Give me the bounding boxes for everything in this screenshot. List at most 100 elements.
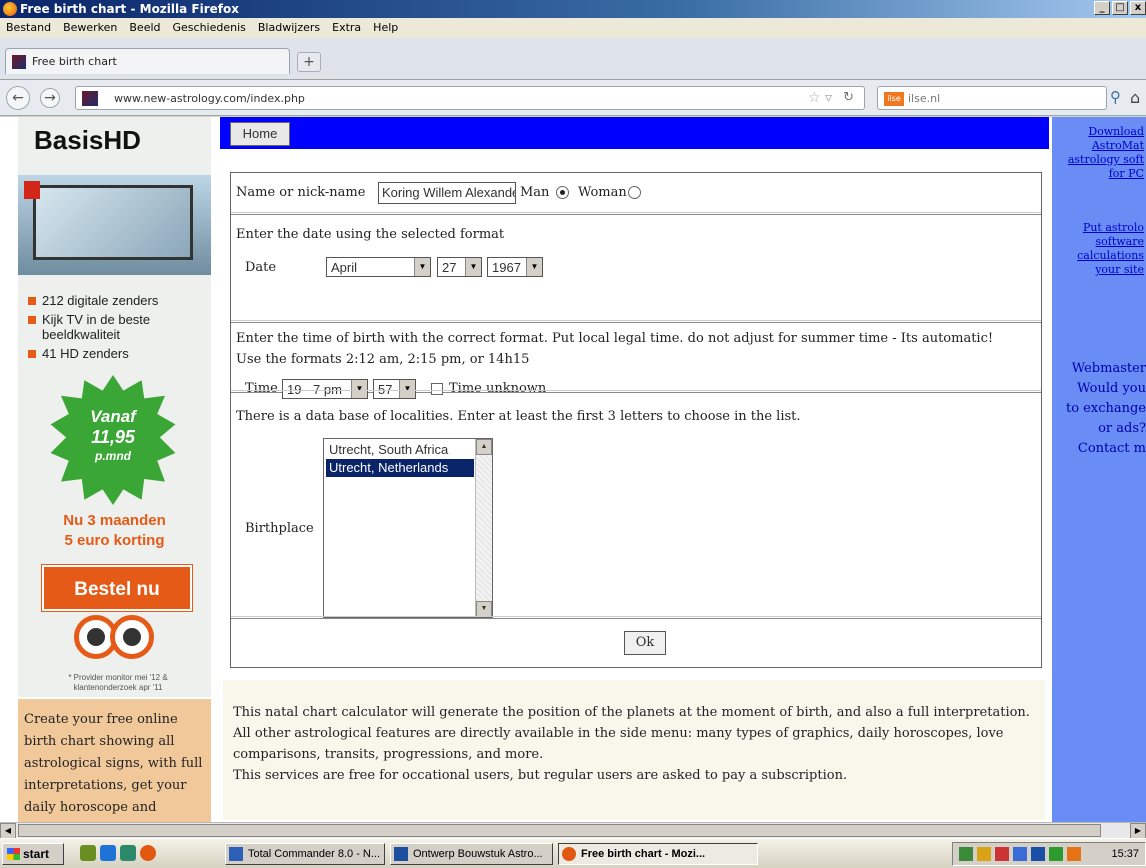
language-icon[interactable] <box>1031 847 1045 861</box>
woman-label: Woman <box>578 185 627 200</box>
bullet-icon <box>28 350 36 358</box>
menu-extra[interactable]: Extra <box>326 18 367 38</box>
submit-section: Ok <box>231 619 1041 669</box>
menu-bar: Bestand Bewerken Beeld Geschiedenis Blad… <box>0 18 1146 38</box>
date-section: Enter the date using the selected format… <box>231 217 1041 323</box>
birthplace-section: There is a data base of localities. Ente… <box>231 395 1041 619</box>
day-value: 27 <box>442 260 457 275</box>
close-button[interactable]: x <box>1130 1 1146 15</box>
bookmark-star-icon[interactable]: ☆ ▿ <box>808 90 832 106</box>
menu-geschiedenis[interactable]: Geschiedenis <box>167 18 252 38</box>
menu-bewerken[interactable]: Bewerken <box>57 18 123 38</box>
connection-icon[interactable] <box>1013 847 1027 861</box>
ad-promo: Nu 3 maanden 5 euro korting <box>63 512 166 549</box>
list-item-selected[interactable]: Utrecht, Netherlands <box>326 459 474 477</box>
menu-bladwijzers[interactable]: Bladwijzers <box>252 18 326 38</box>
ad-feature: 41 HD zenders <box>28 346 211 361</box>
name-input[interactable]: Koring Willem Alexander <box>378 182 516 204</box>
ad-feature: 212 digitale zenders <box>28 293 211 308</box>
tab-bar: Free birth chart + <box>0 38 1146 80</box>
time-unknown-checkbox[interactable] <box>431 383 443 395</box>
reload-icon[interactable]: ↻ <box>843 90 854 105</box>
chevron-down-icon[interactable]: ▼ <box>414 258 430 276</box>
list-item[interactable]: Utrecht, South Africa <box>326 441 474 459</box>
ad-award-seals <box>74 615 154 665</box>
man-radio[interactable] <box>556 186 569 199</box>
search-icon[interactable]: ⚲ <box>1110 88 1121 106</box>
time-instruction-line1: Enter the time of birth with the correct… <box>236 331 994 346</box>
search-engine-icon[interactable]: ilse <box>884 92 904 106</box>
window-controls: _ □ x <box>1094 1 1146 15</box>
media-player-icon[interactable] <box>120 845 136 861</box>
site-favicon-icon <box>12 55 26 69</box>
signal-icon[interactable] <box>1049 847 1063 861</box>
date-label: Date <box>245 260 277 275</box>
description-line: comparisons, transits, progressions, and… <box>233 747 544 762</box>
name-label: Name or nick-name <box>236 185 366 200</box>
search-bar[interactable]: ilse ilse.nl <box>877 86 1107 110</box>
chevron-down-icon[interactable]: ▼ <box>465 258 481 276</box>
minimize-button[interactable]: _ <box>1094 1 1110 15</box>
menu-beeld[interactable]: Beeld <box>123 18 166 38</box>
firefox-quicklaunch-icon[interactable] <box>140 845 156 861</box>
list-scrollbar[interactable]: ▲ ▼ <box>475 439 492 617</box>
description-line: This natal chart calculator will generat… <box>233 705 1030 720</box>
search-placeholder[interactable]: ilse.nl <box>908 92 940 105</box>
scroll-right-icon[interactable]: ▶ <box>1130 823 1146 839</box>
bullet-icon <box>28 316 36 324</box>
locality-instruction: There is a data base of localities. Ente… <box>236 409 801 424</box>
put-astrology-software-link[interactable]: Put astrolo software calculations your s… <box>1077 221 1144 277</box>
url-text[interactable]: www.new-astrology.com/index.php <box>114 92 305 105</box>
award-seal-icon <box>110 615 154 659</box>
task-total-commander[interactable]: Total Commander 8.0 - N... <box>225 843 385 865</box>
time-section: Enter the time of birth with the correct… <box>231 323 1041 399</box>
day-select[interactable]: 27 ▼ <box>437 257 482 277</box>
left-advertisement[interactable]: BasisHD 212 digitale zenders Kijk TV in … <box>18 117 211 697</box>
clock: 15:37 <box>1111 848 1139 860</box>
top-nav-bar: Home <box>220 117 1049 149</box>
forward-arrow-icon[interactable]: → <box>40 88 60 108</box>
woman-radio[interactable] <box>628 186 641 199</box>
ok-button[interactable]: Ok <box>624 631 666 655</box>
home-icon[interactable]: ⌂ <box>1130 88 1140 107</box>
ad-order-button[interactable]: Bestel nu <box>42 565 192 611</box>
home-button[interactable]: Home <box>230 122 290 146</box>
price-starburst: Vanaf 11,95 p.mnd <box>50 375 176 505</box>
download-astromat-link[interactable]: Download AstroMat astrology soft for PC <box>1068 125 1144 181</box>
total-commander-icon <box>229 847 243 861</box>
new-tab-button[interactable]: + <box>297 52 321 72</box>
url-bar[interactable]: www.new-astrology.com/index.php ☆ ▿ ↻ <box>75 86 865 110</box>
security-icon[interactable] <box>995 847 1009 861</box>
right-sidebar: Download AstroMat astrology soft for PC … <box>1052 117 1146 822</box>
birthplace-list[interactable]: Utrecht, South Africa Utrecht, Netherlan… <box>323 438 493 618</box>
chevron-down-icon[interactable]: ▼ <box>526 258 542 276</box>
tv-screen <box>33 185 193 260</box>
scroll-down-icon[interactable]: ▼ <box>476 601 492 617</box>
update-icon[interactable] <box>1067 847 1081 861</box>
maximize-button[interactable]: □ <box>1112 1 1128 15</box>
task-firefox[interactable]: Free birth chart - Mozi... <box>558 843 758 865</box>
network-icon[interactable] <box>959 847 973 861</box>
ie-icon[interactable] <box>100 845 116 861</box>
start-button[interactable]: start <box>2 843 64 865</box>
menu-bestand[interactable]: Bestand <box>0 18 57 38</box>
left-intro-text: Create your free online birth chart show… <box>18 699 211 822</box>
scroll-up-icon[interactable]: ▲ <box>476 439 492 455</box>
task-word-document[interactable]: Ontwerp Bouwstuk Astro... <box>390 843 553 865</box>
show-desktop-icon[interactable] <box>80 845 96 861</box>
menu-help[interactable]: Help <box>367 18 404 38</box>
system-tray: 15:37 <box>952 842 1146 866</box>
tab-free-birth-chart[interactable]: Free birth chart <box>5 48 290 74</box>
description-line: All other astrological features are dire… <box>233 726 1004 741</box>
month-select[interactable]: April ▼ <box>326 257 431 277</box>
site-identity-icon[interactable] <box>82 91 98 106</box>
scroll-left-icon[interactable]: ◀ <box>0 823 16 839</box>
ad-logo: BasisHD <box>34 125 141 155</box>
scroll-thumb[interactable] <box>18 824 1101 837</box>
volume-icon[interactable] <box>977 847 991 861</box>
firefox-icon <box>562 847 576 861</box>
back-arrow-icon[interactable]: ← <box>6 86 30 110</box>
horizontal-scrollbar[interactable]: ◀ ▶ <box>0 822 1146 839</box>
year-select[interactable]: 1967 ▼ <box>487 257 543 277</box>
date-instruction: Enter the date using the selected format <box>236 227 505 242</box>
